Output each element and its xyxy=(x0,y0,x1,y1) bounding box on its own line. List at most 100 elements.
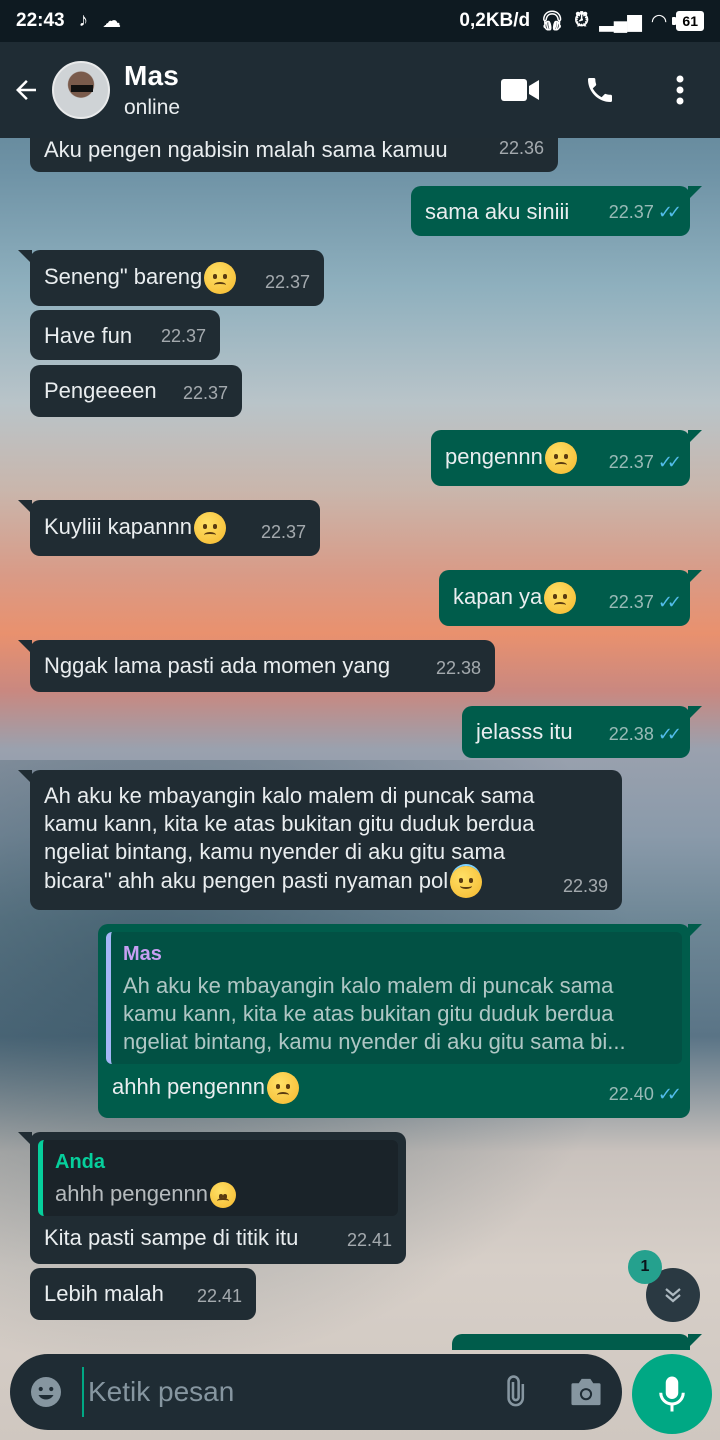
message-bubble-outgoing[interactable]: jelasss itu 22.38 ✓✓ xyxy=(462,706,702,758)
avatar[interactable] xyxy=(52,61,110,119)
message-time: 22.41 xyxy=(196,1286,242,1306)
message-time: 22.40 xyxy=(608,1084,654,1104)
message-text-line: kamu kann, kita ke atas bukitan gitu dud… xyxy=(44,811,535,836)
disappointed-emoji-icon xyxy=(209,1182,236,1209)
disappointed-emoji-icon xyxy=(544,442,577,474)
message-bubble-outgoing-reply[interactable]: Mas Ah aku ke mbayangin kalo malem di pu… xyxy=(98,924,702,1118)
message-text: Have fun xyxy=(44,323,133,348)
message-text: jelasss itu xyxy=(476,719,573,744)
message-meta: 22.40 ✓✓ xyxy=(608,1080,682,1108)
disappointed-emoji-icon xyxy=(204,262,237,294)
headphones-icon: 🎧︎ xyxy=(540,11,565,32)
message-text: Aku pengen ngabisin malah sama kamuu xyxy=(44,138,448,162)
message-text: Lebih malah xyxy=(44,1281,164,1306)
quote-text: ahhh pengennn xyxy=(55,1181,208,1206)
message-bubble-incoming[interactable]: Kuyliii kapannn 22.37 xyxy=(18,500,320,556)
message-composer xyxy=(10,1354,622,1430)
message-text: Kita pasti sampe di titik itu xyxy=(44,1225,299,1251)
message-time: 22.37 xyxy=(608,452,654,472)
quote-text-line: Ah aku ke mbayangin kalo malem di puncak… xyxy=(123,973,614,998)
message-text: Seneng" bareng xyxy=(44,263,203,289)
arrow-left-icon[interactable] xyxy=(0,42,52,138)
message-time: 22.37 xyxy=(260,522,306,542)
read-ticks-icon: ✓✓ xyxy=(657,1084,682,1104)
camera-icon[interactable] xyxy=(566,1372,606,1412)
message-meta: 22.37 ✓✓ xyxy=(608,198,682,226)
message-text-line: ngeliat bintang, kamu nyender di aku git… xyxy=(44,839,506,864)
message-meta: 22.37 ✓✓ xyxy=(608,588,682,616)
read-ticks-icon: ✓✓ xyxy=(657,202,682,222)
read-ticks-icon: ✓✓ xyxy=(657,724,682,744)
quote-text-line: kamu kann, kita ke atas bukitan gitu dud… xyxy=(123,1001,614,1026)
message-text: sama aku siniii xyxy=(425,199,570,224)
message-meta: 22.38 ✓✓ xyxy=(608,720,682,748)
message-bubble-incoming-reply[interactable]: Anda ahhh pengennn Kita pasti sampe di t… xyxy=(18,1132,406,1264)
innocent-emoji-icon xyxy=(450,866,483,898)
disappointed-emoji-icon xyxy=(193,512,226,544)
contact-info[interactable]: Mas online xyxy=(124,60,180,120)
message-meta: 22.37 ✓✓ xyxy=(608,448,682,476)
message-text: Kuyliii kapannn xyxy=(44,513,192,539)
message-bubble-outgoing[interactable]: sama aku siniii 22.37 ✓✓ xyxy=(411,186,702,236)
alarm-icon: ⏰︎ xyxy=(574,10,590,31)
message-time: 22.41 xyxy=(346,1230,392,1250)
message-text-line: bicara" ahh aku pengen pasti nyaman pol xyxy=(44,867,449,893)
message-time: 22.37 xyxy=(608,592,654,612)
message-bubble-outgoing[interactable]: pengennn 22.37 ✓✓ xyxy=(431,430,702,486)
read-ticks-icon: ✓✓ xyxy=(657,592,682,612)
video-call-icon[interactable] xyxy=(480,42,560,138)
message-bubble-outgoing[interactable]: kapan ya 22.37 ✓✓ xyxy=(439,570,702,626)
chat-header: Mas online xyxy=(0,42,720,138)
status-time: 22:43 xyxy=(16,10,65,31)
disappointed-emoji-icon xyxy=(544,582,577,614)
message-bubble-incoming[interactable]: Nggak lama pasti ada momen yang 22.38 xyxy=(18,640,495,692)
message-text-line: Ah aku ke mbayangin kalo malem di puncak… xyxy=(44,783,535,808)
message-bubble-outgoing-partial[interactable] xyxy=(452,1334,702,1350)
message-bubble-incoming[interactable]: Lebih malah 22.41 xyxy=(30,1268,256,1320)
message-text: kapan ya xyxy=(453,583,543,609)
microphone-icon xyxy=(659,1376,685,1412)
contact-name: Mas xyxy=(124,60,180,91)
phone-icon[interactable] xyxy=(560,42,640,138)
message-time: 22.37 xyxy=(182,383,228,403)
message-time: 22.37 xyxy=(160,326,206,346)
message-time: 22.37 xyxy=(608,202,654,222)
contact-status: online xyxy=(124,96,181,119)
microphone-button[interactable] xyxy=(632,1354,712,1434)
quoted-message[interactable]: Mas Ah aku ke mbayangin kalo malem di pu… xyxy=(106,932,682,1064)
unread-count-badge: 1 xyxy=(628,1250,662,1284)
status-bar: 22:43 ♪ ☁ 0,2KB/d 🎧︎ ⏰︎ ▂▄▆ ◠ 61 xyxy=(0,0,720,42)
disappointed-emoji-icon xyxy=(266,1072,299,1104)
message-text: Nggak lama pasti ada momen yang xyxy=(44,653,391,678)
message-time: 22.38 xyxy=(435,658,481,678)
battery-icon: 61 xyxy=(672,11,704,31)
message-bubble-incoming[interactable]: Aku pengen ngabisin malah sama kamuu 22.… xyxy=(30,138,558,172)
quote-author: Anda xyxy=(55,1151,105,1173)
cloud-icon: ☁ xyxy=(102,10,122,32)
message-input[interactable] xyxy=(82,1367,484,1417)
paperclip-icon[interactable] xyxy=(494,1372,534,1412)
wifi-icon: ◠ xyxy=(651,10,667,32)
double-chevron-down-icon xyxy=(665,1288,681,1303)
message-time: 22.39 xyxy=(562,876,608,896)
message-time: 22.36 xyxy=(498,138,544,158)
message-text: Pengeeeen xyxy=(44,378,157,403)
message-list[interactable]: Aku pengen ngabisin malah sama kamuu 22.… xyxy=(0,138,720,1350)
emoji-icon[interactable] xyxy=(26,1372,66,1412)
message-time: 22.38 xyxy=(608,724,654,744)
tiktok-icon: ♪ xyxy=(78,10,89,31)
signal-icon: ▂▄▆ xyxy=(599,10,642,32)
message-bubble-incoming[interactable]: Pengeeeen 22.37 xyxy=(30,365,242,417)
read-ticks-icon: ✓✓ xyxy=(657,452,682,472)
more-vertical-icon[interactable] xyxy=(640,42,720,138)
quote-text-line: ngeliat bintang, kamu nyender di aku git… xyxy=(123,1029,626,1054)
message-bubble-incoming[interactable]: Seneng" bareng 22.37 xyxy=(18,250,324,306)
message-text: ahhh pengennn xyxy=(112,1073,265,1099)
quote-author: Mas xyxy=(123,943,162,965)
network-speed: 0,2KB/d xyxy=(459,10,531,31)
quoted-message[interactable]: Anda ahhh pengennn xyxy=(38,1140,398,1217)
message-bubble-incoming[interactable]: Have fun 22.37 xyxy=(30,310,220,360)
message-time: 22.37 xyxy=(264,272,310,292)
message-text: pengennn xyxy=(445,443,543,469)
message-bubble-incoming[interactable]: Ah aku ke mbayangin kalo malem di puncak… xyxy=(18,770,622,910)
